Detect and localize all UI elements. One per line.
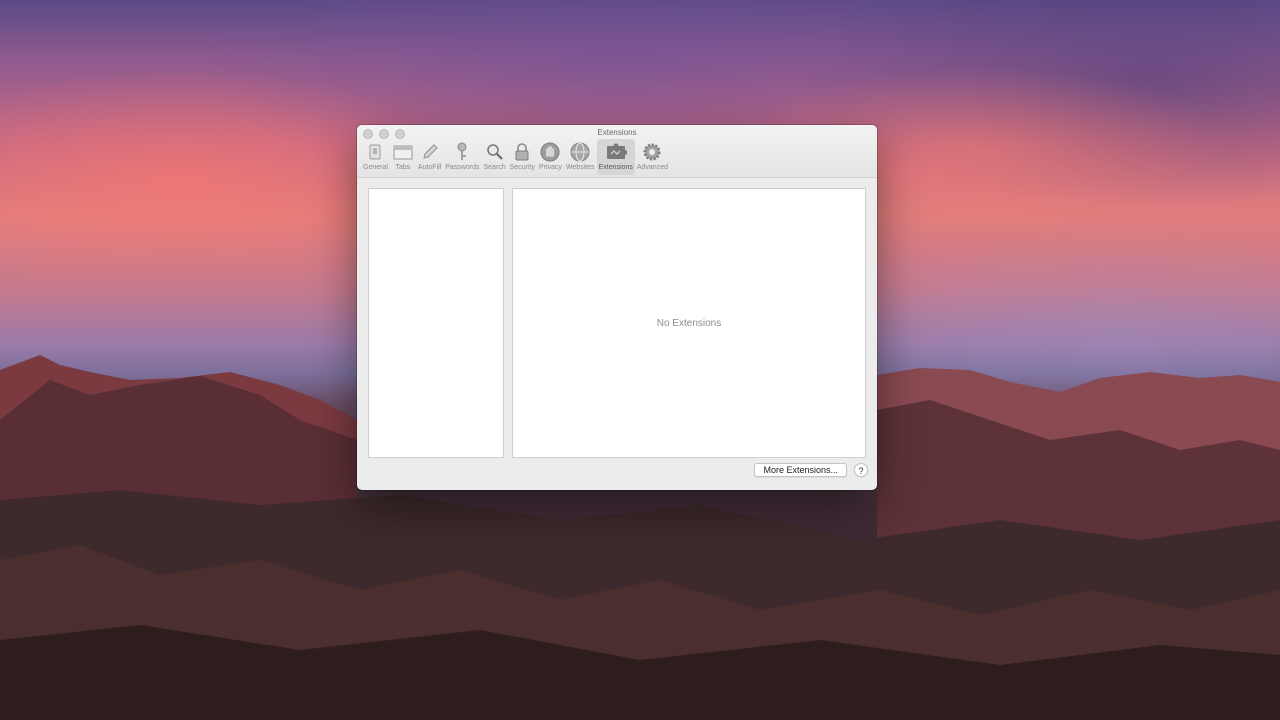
tab-tabs[interactable]: Tabs: [390, 139, 416, 175]
tab-extensions[interactable]: Extensions: [596, 139, 635, 175]
key-icon: [451, 141, 473, 163]
no-extensions-message: No Extensions: [656, 317, 722, 329]
window-footer: More Extensions... ?: [357, 460, 877, 490]
tab-security-label: Security: [509, 164, 535, 171]
more-extensions-button[interactable]: More Extensions...: [754, 463, 847, 477]
tab-general[interactable]: General: [361, 139, 390, 175]
tab-autofill[interactable]: AutoFill: [416, 139, 443, 175]
pencil-icon: [419, 141, 441, 163]
tab-security[interactable]: Security: [508, 139, 537, 175]
window-title: Extensions: [597, 128, 637, 137]
help-button[interactable]: ?: [854, 463, 868, 477]
tab-privacy[interactable]: Privacy: [537, 139, 564, 175]
preferences-toolbar: General Tabs AutoFill Passwords Search S…: [361, 139, 670, 175]
tabs-icon: [392, 141, 414, 163]
tab-websites[interactable]: Websites: [564, 139, 597, 175]
hand-icon: [539, 141, 561, 163]
tab-search-label: Search: [483, 164, 506, 171]
general-icon: [364, 141, 386, 163]
extension-detail-pane: No Extensions: [512, 188, 866, 458]
tab-extensions-label: Extensions: [598, 164, 633, 171]
search-icon: [484, 141, 506, 163]
tab-search[interactable]: Search: [481, 139, 507, 175]
lock-icon: [511, 141, 533, 163]
puzzle-icon: [605, 141, 627, 163]
tab-privacy-label: Privacy: [538, 164, 562, 171]
extensions-list[interactable]: [368, 188, 504, 458]
extensions-content: No Extensions: [368, 188, 866, 460]
tab-advanced[interactable]: Advanced: [635, 139, 670, 175]
tab-general-label: General: [363, 164, 388, 171]
tab-passwords[interactable]: Passwords: [443, 139, 481, 175]
tab-autofill-label: AutoFill: [417, 164, 442, 171]
tab-advanced-label: Advanced: [636, 164, 668, 171]
preferences-window: Extensions General Tabs AutoFill Passwor…: [357, 125, 877, 490]
globe-icon: [569, 141, 591, 163]
tab-tabs-label: Tabs: [395, 164, 411, 171]
window-titlebar: Extensions General Tabs AutoFill Passwor…: [357, 125, 877, 178]
gear-icon: [641, 141, 663, 163]
tab-passwords-label: Passwords: [445, 164, 480, 171]
tab-websites-label: Websites: [565, 164, 595, 171]
